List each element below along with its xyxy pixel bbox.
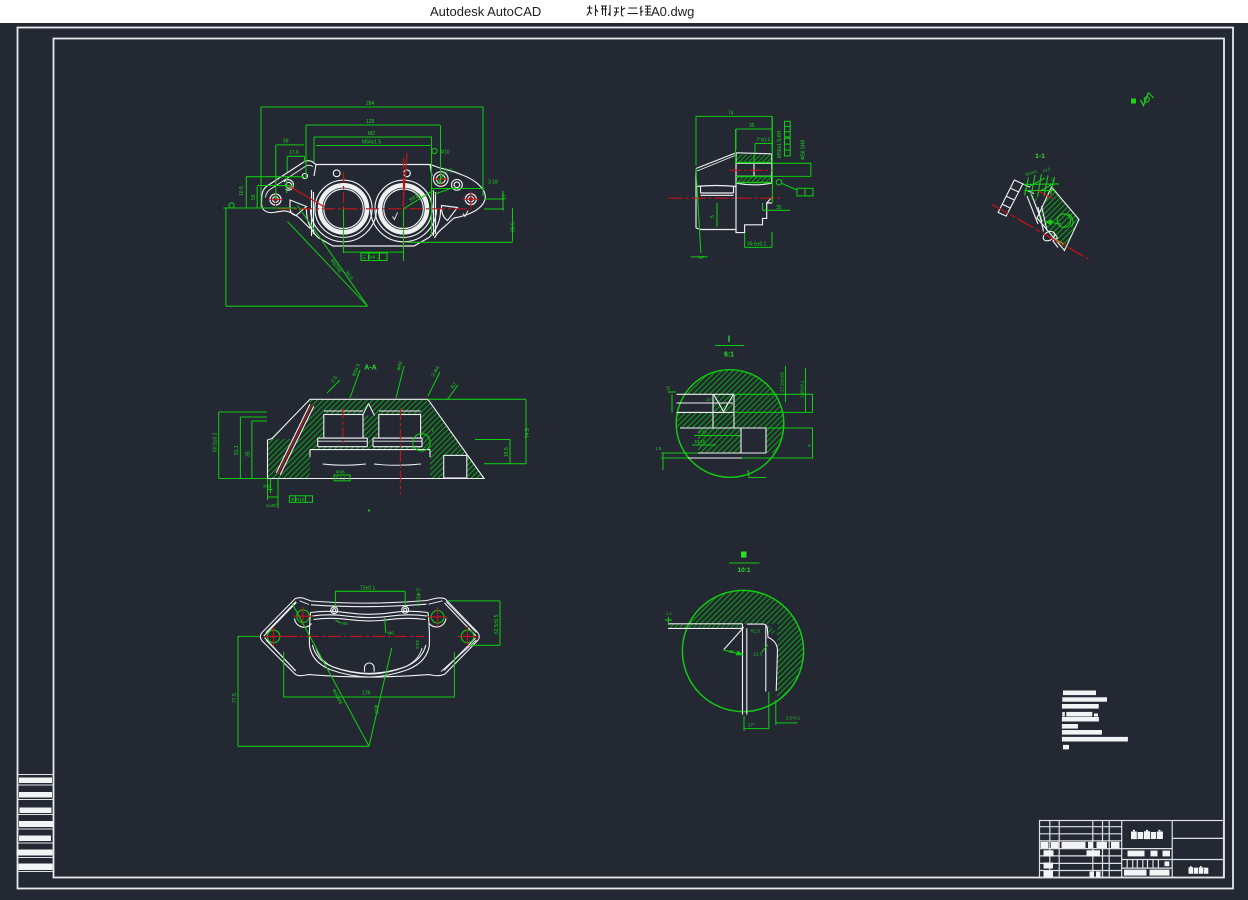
svg-text:21.5: 21.5 xyxy=(754,652,763,657)
svg-text:4: 4 xyxy=(807,444,812,447)
svg-text:A-A: A-A xyxy=(364,365,376,372)
svg-text:M10x1: M10x1 xyxy=(1025,168,1039,177)
svg-text:1.95±0.1: 1.95±0.1 xyxy=(800,380,805,398)
svg-text:45°: 45° xyxy=(729,649,736,654)
svg-text:27°: 27° xyxy=(748,723,755,728)
svg-text:R5: R5 xyxy=(342,621,348,626)
svg-text:15°: 15° xyxy=(706,397,712,402)
svg-text:1.5: 1.5 xyxy=(655,446,662,451)
svg-text:178: 178 xyxy=(362,691,371,697)
svg-text:39.6±0.1: 39.6±0.1 xyxy=(747,242,767,248)
svg-text:284: 284 xyxy=(366,101,375,107)
svg-text:T 0.1: T 0.1 xyxy=(336,476,347,481)
svg-text:15: 15 xyxy=(666,385,671,391)
svg-text:74.5: 74.5 xyxy=(525,428,531,438)
svg-text:Φ R10: Φ R10 xyxy=(291,497,305,502)
svg-text:59: 59 xyxy=(251,194,257,200)
svg-text:10:1: 10:1 xyxy=(737,567,750,574)
svg-text:15.5: 15.5 xyxy=(504,447,510,457)
svg-text:Φ46: Φ46 xyxy=(336,470,345,475)
svg-text:36.5: 36.5 xyxy=(511,222,517,232)
svg-text:M56x1.5-6H: M56x1.5-6H xyxy=(777,130,783,158)
svg-text:7°x0.5: 7°x0.5 xyxy=(756,138,770,144)
svg-text:R1.5: R1.5 xyxy=(751,629,761,634)
svg-text:17: 17 xyxy=(502,194,508,200)
svg-text:58: 58 xyxy=(283,139,289,145)
svg-text:17.6: 17.6 xyxy=(289,150,299,156)
svg-text:17.2±0.05: 17.2±0.05 xyxy=(780,372,785,392)
svg-text:2-Φ10.5: 2-Φ10.5 xyxy=(415,588,421,606)
svg-text:62.5±0.5: 62.5±0.5 xyxy=(494,614,500,634)
svg-text:Φ56.5H9: Φ56.5H9 xyxy=(801,140,807,160)
svg-text:M2: M2 xyxy=(368,131,375,137)
svg-text:I: I xyxy=(728,334,731,344)
svg-text:1x45°: 1x45° xyxy=(266,503,278,508)
svg-text:2.5+0.1: 2.5+0.1 xyxy=(786,716,801,721)
svg-text:M6: M6 xyxy=(388,631,395,636)
svg-text:60.5±0.2: 60.5±0.2 xyxy=(213,432,219,452)
svg-text:0.05: 0.05 xyxy=(698,430,707,435)
svg-text:1-1: 1-1 xyxy=(1035,153,1045,160)
svg-text:73±0.1: 73±0.1 xyxy=(360,586,375,592)
svg-text:35: 35 xyxy=(246,451,252,457)
svg-text:35: 35 xyxy=(776,205,782,211)
svg-text:128: 128 xyxy=(366,119,375,125)
svg-text:Φ10: Φ10 xyxy=(440,150,450,156)
svg-text:N7: N7 xyxy=(699,255,705,260)
svg-text:Ξ Φ4 Ξ: Ξ Φ4 Ξ xyxy=(363,255,381,261)
svg-text:74: 74 xyxy=(728,111,734,117)
svg-text:10.15: 10.15 xyxy=(694,439,706,444)
svg-text:M56x1.5: M56x1.5 xyxy=(362,140,381,146)
svg-text:3.18: 3.18 xyxy=(488,180,498,186)
svg-text:12: 12 xyxy=(1050,177,1057,184)
svg-text:51.1: 51.1 xyxy=(234,445,240,455)
svg-text:5: 5 xyxy=(710,215,716,218)
svg-text:10.5: 10.5 xyxy=(239,186,245,196)
svg-text:1.2: 1.2 xyxy=(666,611,672,616)
svg-text:34.5: 34.5 xyxy=(415,640,420,649)
svg-text:35: 35 xyxy=(749,123,755,129)
svg-text:10.5: 10.5 xyxy=(1042,166,1052,173)
svg-text:Φ54.5: Φ54.5 xyxy=(351,363,362,378)
svg-text:R7: R7 xyxy=(450,381,459,390)
svg-text:Φ10: Φ10 xyxy=(372,704,380,715)
svg-text:34.8: 34.8 xyxy=(343,270,354,282)
svg-text:6:1: 6:1 xyxy=(724,352,734,359)
svg-text:11.5: 11.5 xyxy=(443,169,453,175)
svg-text:77.5: 77.5 xyxy=(232,693,238,703)
svg-text:2-Φ4: 2-Φ4 xyxy=(431,365,442,378)
svg-text:3x2: 3x2 xyxy=(263,484,271,489)
